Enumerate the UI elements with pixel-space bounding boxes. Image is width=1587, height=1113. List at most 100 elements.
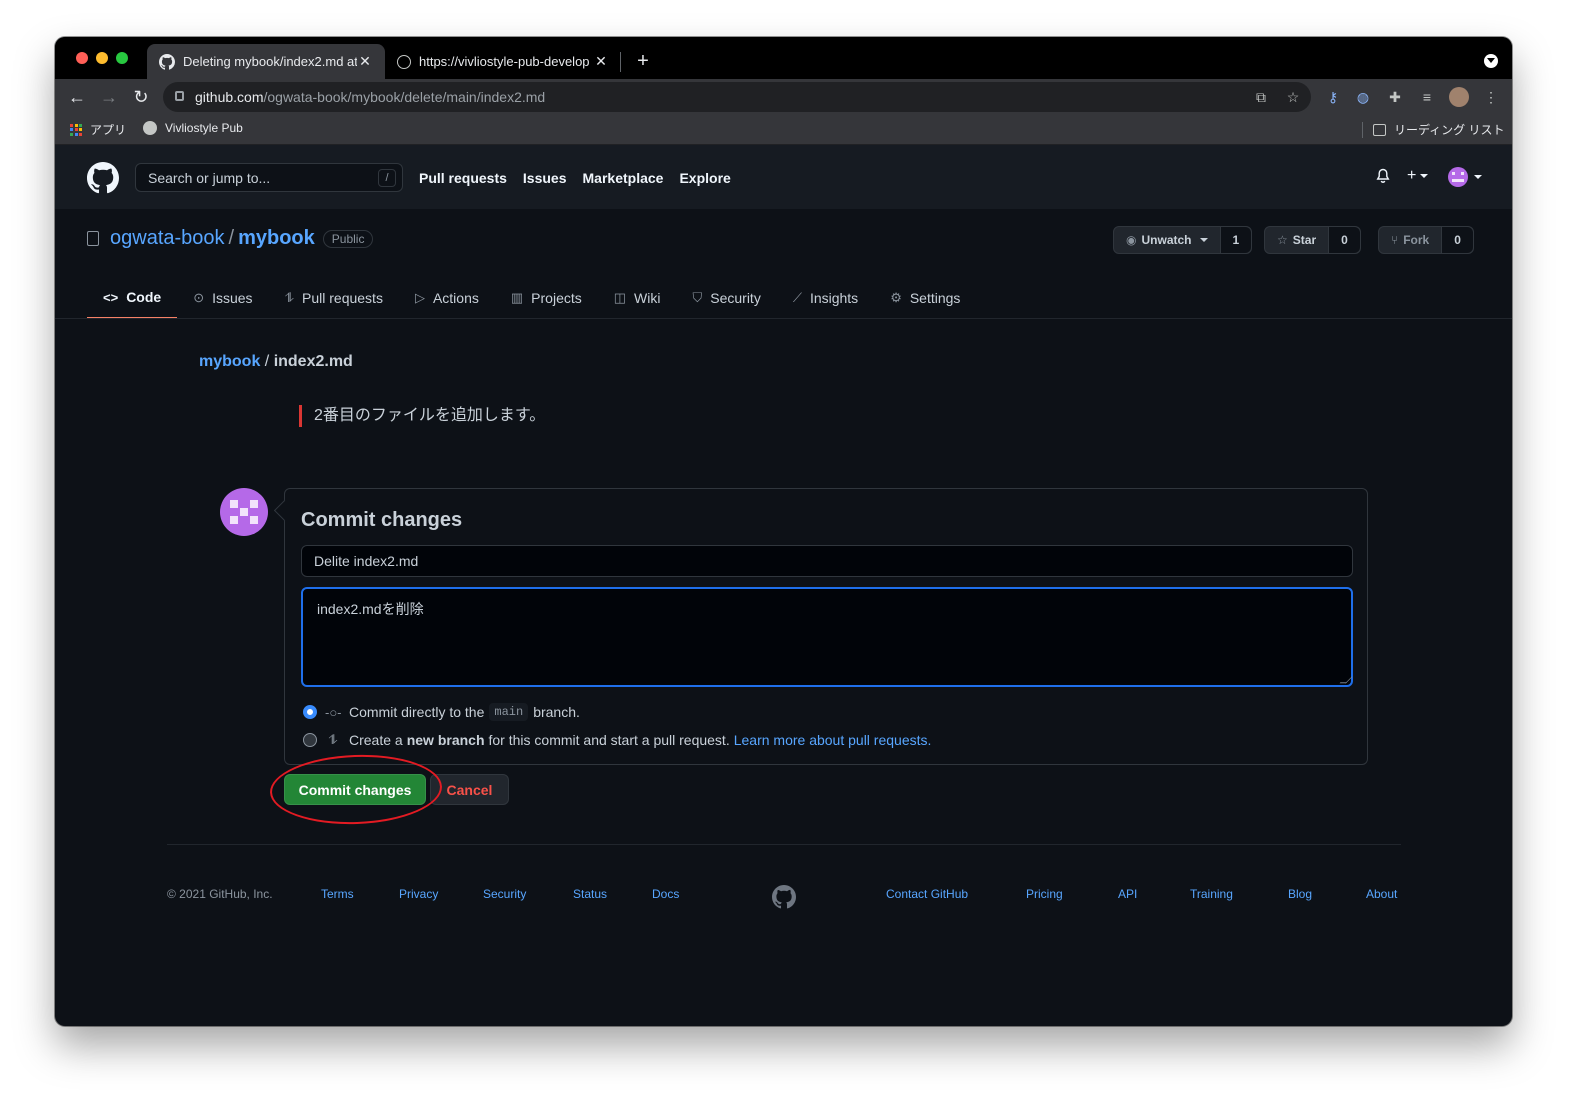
repo-title: ogwata-book / mybook Public bbox=[87, 227, 374, 250]
visibility-badge: Public bbox=[322, 229, 374, 248]
back-button[interactable]: ← bbox=[65, 85, 89, 109]
watch-count[interactable]: 1 bbox=[1220, 227, 1252, 253]
notification-bell-icon[interactable] bbox=[1375, 167, 1391, 185]
option-text: for this commit and start a pull request… bbox=[488, 732, 730, 748]
address-bar[interactable]: github.com/ogwata-book/mybook/delete/mai… bbox=[163, 82, 1311, 112]
option-text: branch. bbox=[533, 704, 580, 720]
commit-summary-input[interactable] bbox=[301, 545, 1353, 577]
tab-actions[interactable]: ▷ Actions bbox=[399, 277, 495, 319]
browser-window: Deleting mybook/index2.md at ✕ https://v… bbox=[55, 37, 1512, 1026]
close-window-button[interactable] bbox=[76, 52, 88, 64]
breadcrumb-repo-link[interactable]: mybook bbox=[199, 353, 260, 370]
footer-divider bbox=[167, 844, 1401, 845]
github-mark-icon[interactable] bbox=[772, 885, 796, 909]
commit-description-input[interactable]: index2.mdを削除 bbox=[301, 587, 1353, 687]
browser-tab[interactable]: https://vivliostyle-pub-develop ✕ bbox=[385, 44, 621, 79]
close-tab-icon[interactable]: ✕ bbox=[593, 53, 609, 70]
github-logo-icon[interactable] bbox=[87, 162, 119, 194]
browser-menu-icon[interactable]: ⋮ bbox=[1481, 87, 1501, 107]
reload-button[interactable]: ↻ bbox=[129, 85, 153, 109]
footer-link-contact[interactable]: Contact GitHub bbox=[886, 887, 968, 901]
tab-projects[interactable]: ▥ Projects bbox=[495, 277, 598, 319]
git-commit-icon: -○- bbox=[325, 704, 342, 720]
tab-label: Insights bbox=[809, 290, 859, 306]
search-placeholder: Search or jump to... bbox=[148, 170, 271, 186]
bookmarks-bar: アプリ Vivliostyle Pub リーディング リスト bbox=[55, 115, 1512, 145]
fork-count[interactable]: 0 bbox=[1442, 227, 1473, 253]
tab-insights[interactable]: ⟋ Insights bbox=[777, 277, 874, 319]
fork-icon: ⑂ bbox=[1391, 233, 1399, 247]
bookmark-vivliostyle[interactable]: Vivliostyle Pub bbox=[143, 121, 243, 135]
extensions-puzzle-icon[interactable]: ✚ bbox=[1385, 87, 1405, 107]
footer-link-pricing[interactable]: Pricing bbox=[1026, 887, 1063, 901]
footer-link-docs[interactable]: Docs bbox=[652, 887, 679, 901]
option-text: Create a bbox=[349, 732, 403, 748]
fork-button[interactable]: ⑂ Fork bbox=[1379, 227, 1443, 253]
create-new-button[interactable]: + bbox=[1407, 167, 1429, 185]
nav-pull-requests[interactable]: Pull requests bbox=[419, 170, 507, 186]
footer-link-api[interactable]: API bbox=[1118, 887, 1137, 901]
chevron-down-icon bbox=[1199, 238, 1208, 242]
apps-grid-icon bbox=[70, 123, 82, 136]
chevron-down-icon[interactable] bbox=[1474, 175, 1482, 179]
github-header: Search or jump to... / Pull requests Iss… bbox=[55, 145, 1512, 209]
radio-commit-direct[interactable] bbox=[303, 705, 317, 719]
user-avatar[interactable] bbox=[1448, 167, 1468, 187]
bookmark-label: Vivliostyle Pub bbox=[165, 121, 243, 135]
footer-link-blog[interactable]: Blog bbox=[1288, 887, 1312, 901]
footer-link-terms[interactable]: Terms bbox=[321, 887, 354, 901]
footer-link-training[interactable]: Training bbox=[1190, 887, 1233, 901]
footer-copyright: © 2021 GitHub, Inc. bbox=[167, 887, 273, 901]
repo-owner-link[interactable]: ogwata-book bbox=[110, 227, 225, 250]
footer-link-about[interactable]: About bbox=[1366, 887, 1397, 901]
tab-issues[interactable]: ⊙ Issues bbox=[177, 277, 268, 319]
tab-label: Projects bbox=[531, 290, 582, 306]
shield-icon: ⛉ bbox=[692, 290, 703, 305]
translate-icon[interactable]: ⧉ bbox=[1251, 87, 1271, 107]
fork-button-group: ⑂ Fork 0 bbox=[1378, 226, 1474, 254]
profile-avatar[interactable] bbox=[1449, 87, 1469, 107]
fork-label: Fork bbox=[1403, 233, 1430, 247]
tab-code[interactable]: <> Code bbox=[87, 277, 178, 319]
nav-issues[interactable]: Issues bbox=[523, 170, 567, 186]
reading-list-button[interactable]: リーディング リスト bbox=[1373, 121, 1505, 138]
commit-new-branch-option[interactable]: ⥮ Create a new branch for this commit an… bbox=[303, 732, 931, 748]
tab-label: Security bbox=[710, 290, 761, 306]
tab-settings[interactable]: ⚙ Settings bbox=[874, 277, 976, 319]
star-label: Star bbox=[1292, 233, 1317, 247]
url-text: github.com/ogwata-book/mybook/delete/mai… bbox=[195, 89, 546, 105]
star-count[interactable]: 0 bbox=[1329, 227, 1360, 253]
search-input[interactable]: Search or jump to... / bbox=[135, 163, 403, 192]
star-button[interactable]: ☆ Star bbox=[1265, 227, 1330, 253]
repo-name-link[interactable]: mybook bbox=[238, 227, 315, 250]
bookmark-star-icon[interactable]: ☆ bbox=[1283, 87, 1303, 107]
browser-tab-active[interactable]: Deleting mybook/index2.md at ✕ bbox=[147, 44, 385, 79]
tab-wiki[interactable]: ◫ Wiki bbox=[598, 277, 677, 319]
bookmark-apps[interactable]: アプリ bbox=[70, 121, 126, 138]
footer-link-security[interactable]: Security bbox=[483, 887, 526, 901]
nav-explore[interactable]: Explore bbox=[679, 170, 730, 186]
footer-link-status[interactable]: Status bbox=[573, 887, 607, 901]
nav-marketplace[interactable]: Marketplace bbox=[583, 170, 664, 186]
tab-pull-requests[interactable]: ⥮ Pull requests bbox=[269, 277, 399, 319]
tab-search-button[interactable] bbox=[1484, 54, 1498, 68]
forward-button[interactable]: → bbox=[97, 85, 121, 109]
commit-direct-option[interactable]: -○- Commit directly to the main branch. bbox=[303, 703, 580, 721]
extension-globe-icon[interactable]: ◍ bbox=[1353, 87, 1373, 107]
bookmark-label: リーディング リスト bbox=[1394, 123, 1505, 137]
reading-list-icon[interactable]: ≡ bbox=[1417, 87, 1437, 107]
learn-more-link[interactable]: Learn more about pull requests. bbox=[734, 732, 932, 748]
close-tab-icon[interactable]: ✕ bbox=[357, 53, 373, 70]
cancel-button[interactable]: Cancel bbox=[430, 774, 509, 805]
reading-list-icon bbox=[1373, 123, 1386, 136]
minimize-window-button[interactable] bbox=[96, 52, 108, 64]
tab-security[interactable]: ⛉ Security bbox=[676, 277, 776, 319]
radio-new-branch[interactable] bbox=[303, 733, 317, 747]
extension-key-icon[interactable]: ⚷ bbox=[1323, 87, 1343, 107]
zoom-window-button[interactable] bbox=[116, 52, 128, 64]
footer-link-privacy[interactable]: Privacy bbox=[399, 887, 438, 901]
gear-icon: ⚙ bbox=[890, 290, 902, 305]
pull-request-icon: ⥮ bbox=[284, 290, 295, 305]
unwatch-button[interactable]: ◉ Unwatch bbox=[1114, 227, 1221, 253]
new-tab-button[interactable]: + bbox=[631, 49, 655, 73]
